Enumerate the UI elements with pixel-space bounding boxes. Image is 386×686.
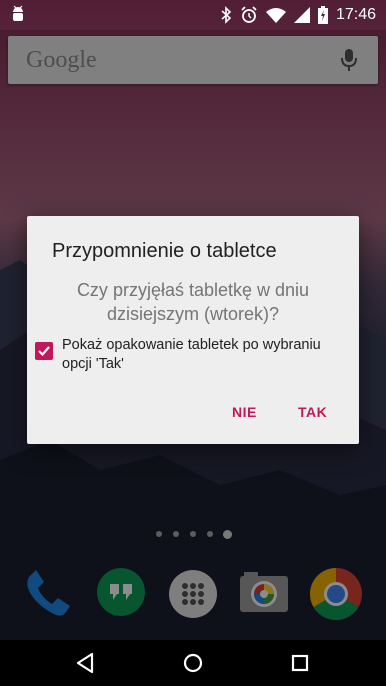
recents-icon[interactable] — [288, 651, 312, 675]
navigation-bar — [0, 640, 386, 686]
signal-icon — [293, 7, 310, 23]
status-time: 17:46 — [335, 6, 376, 23]
checkmark-icon — [38, 346, 50, 357]
no-button[interactable]: NIE — [222, 396, 267, 428]
show-package-checkbox-label[interactable]: Pokaż opakowanie tabletek po wybraniu op… — [62, 336, 347, 374]
home-icon[interactable] — [181, 651, 205, 675]
battery-icon — [317, 6, 328, 24]
show-package-checkbox[interactable] — [35, 342, 53, 360]
pill-reminder-dialog: Przypomnienie o tabletce Czy przyjęłaś t… — [27, 216, 359, 444]
alarm-icon — [241, 6, 257, 23]
dialog-message: Czy przyjęłaś tabletkę w dniu dzisiejszy… — [76, 280, 310, 324]
bluetooth-icon — [221, 6, 232, 24]
status-bar: 17:46 — [0, 0, 386, 30]
show-package-option[interactable]: Pokaż opakowanie tabletek po wybraniu op… — [35, 336, 351, 376]
wifi-icon — [265, 8, 286, 23]
dialog-title: Przypomnienie o tabletce — [52, 240, 277, 262]
yes-button[interactable]: TAK — [288, 396, 337, 428]
android-debug-icon — [13, 5, 23, 21]
back-icon[interactable] — [74, 651, 98, 675]
